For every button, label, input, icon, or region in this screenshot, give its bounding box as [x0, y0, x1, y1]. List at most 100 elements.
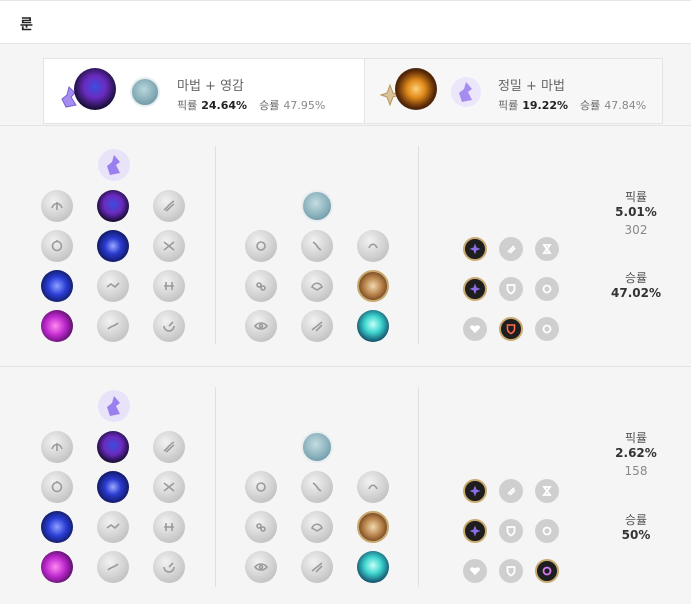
page-win-stats: 승률 47.02% — [586, 271, 686, 301]
arcane-comet-icon[interactable] — [97, 190, 129, 222]
pick-label: 픽률 — [497, 99, 519, 112]
nimbus-cloak-icon[interactable] — [153, 471, 185, 503]
perfect-timing-icon[interactable] — [357, 471, 389, 503]
section-title: 룬 — [20, 17, 33, 33]
magical-footwear-icon[interactable] — [301, 230, 333, 262]
arcane-comet-icon[interactable] — [97, 431, 129, 463]
transcendence-icon[interactable] — [41, 511, 73, 543]
approach-velocity-icon[interactable] — [301, 310, 333, 342]
celerity-icon[interactable] — [97, 270, 129, 302]
biscuit-delivery-icon[interactable] — [357, 511, 389, 543]
sorcery-secondary-icon — [450, 77, 481, 107]
hextech-flashtraption-icon[interactable] — [245, 471, 277, 503]
shard-attack-speed[interactable] — [499, 237, 523, 261]
pick-rate: 19.22% — [522, 99, 569, 112]
cosmic-insight-icon[interactable] — [245, 551, 277, 583]
arcane-comet-icon — [74, 68, 116, 110]
shard-armor[interactable] — [499, 317, 523, 341]
shard-adaptive-force[interactable] — [463, 519, 487, 543]
perfect-timing-icon[interactable] — [357, 230, 389, 262]
win-rate: 47.84% — [604, 99, 647, 112]
manaflow-band-icon[interactable] — [97, 230, 129, 262]
absolute-focus-icon[interactable] — [153, 511, 185, 543]
pick-rate: 5.01% — [615, 205, 657, 219]
nullifying-orb-icon[interactable] — [41, 471, 73, 503]
shard-adaptive-force[interactable] — [463, 237, 487, 261]
inspiration-tree-icon — [301, 190, 333, 222]
waterwalking-icon[interactable] — [97, 310, 129, 342]
pick-rate: 24.64% — [201, 99, 248, 112]
scorch-icon[interactable] — [41, 551, 73, 583]
win-label: 승률 — [624, 271, 648, 285]
gathering-storm-icon[interactable] — [153, 310, 185, 342]
transcendence-icon[interactable] — [41, 270, 73, 302]
minion-dematerializer-icon[interactable] — [301, 511, 333, 543]
win-rate: 47.02% — [611, 286, 661, 300]
sorcery-tree-icon — [98, 390, 130, 422]
tab-name: 마법 + 영감 — [177, 79, 244, 94]
sorcery-tree-icon — [98, 149, 130, 181]
page-pick-stats: 픽률 2.62% 158 — [586, 431, 686, 479]
column-divider — [215, 146, 216, 344]
future-market-icon[interactable] — [245, 511, 277, 543]
tab-name: 정밀 + 마법 — [497, 79, 565, 94]
shard-ability-haste[interactable] — [535, 479, 559, 503]
magical-footwear-icon[interactable] — [301, 471, 333, 503]
pick-label: 픽률 — [624, 431, 648, 445]
header: 룬 — [0, 0, 691, 44]
future-market-icon[interactable] — [245, 270, 277, 302]
manaflow-band-icon[interactable] — [97, 471, 129, 503]
shard-magic-resist[interactable] — [535, 559, 559, 583]
nimbus-cloak-icon[interactable] — [153, 230, 185, 262]
pick-label: 픽률 — [624, 190, 648, 204]
game-count: 158 — [624, 464, 648, 478]
win-rate: 47.95% — [283, 99, 326, 112]
shard-magic-resist[interactable] — [535, 277, 559, 301]
shard-magic-resist[interactable] — [535, 317, 559, 341]
biscuit-delivery-icon[interactable] — [357, 270, 389, 302]
shard-adaptive-force[interactable] — [463, 277, 487, 301]
column-divider — [215, 387, 216, 587]
phase-rush-icon[interactable] — [153, 190, 185, 222]
scorch-icon[interactable] — [41, 310, 73, 342]
shard-armor[interactable] — [499, 277, 523, 301]
pick-label: 픽률 — [177, 99, 198, 112]
page-pick-stats: 픽률 5.01% 302 — [586, 190, 686, 238]
tab-stats: 픽률 24.64% 승률 47.95% — [177, 97, 325, 113]
win-label: 승률 — [580, 99, 601, 112]
celerity-icon[interactable] — [97, 511, 129, 543]
column-divider — [418, 146, 419, 344]
minion-dematerializer-icon[interactable] — [301, 270, 333, 302]
tab-stats: 픽률 19.22% 승률 47.84% — [498, 97, 646, 113]
gathering-storm-icon[interactable] — [153, 551, 185, 583]
absolute-focus-icon[interactable] — [153, 270, 185, 302]
shard-attack-speed[interactable] — [499, 479, 523, 503]
time-warp-tonic-icon[interactable] — [357, 310, 389, 342]
shard-magic-resist[interactable] — [535, 519, 559, 543]
tab-sorcery-inspiration[interactable]: 마법 + 영감 픽률 24.64% 승률 47.95% — [44, 59, 364, 123]
tab-precision-sorcery[interactable]: 정밀 + 마법 픽률 19.22% 승률 47.84% — [363, 59, 662, 123]
inspiration-path-icon — [130, 77, 160, 107]
conqueror-icon — [394, 68, 437, 110]
divider — [0, 366, 691, 367]
hextech-flashtraption-icon[interactable] — [245, 230, 277, 262]
cosmic-insight-icon[interactable] — [245, 310, 277, 342]
shard-armor[interactable] — [499, 519, 523, 543]
win-rate: 50% — [621, 528, 651, 542]
shard-adaptive-force[interactable] — [463, 479, 487, 503]
divider — [0, 125, 691, 126]
phase-rush-icon[interactable] — [153, 431, 185, 463]
time-warp-tonic-icon[interactable] — [357, 551, 389, 583]
shard-health[interactable] — [463, 559, 487, 583]
win-label: 승률 — [259, 99, 280, 112]
column-divider — [418, 387, 419, 587]
approach-velocity-icon[interactable] — [301, 551, 333, 583]
shard-armor[interactable] — [499, 559, 523, 583]
summon-aery-icon[interactable] — [41, 190, 73, 222]
summon-aery-icon[interactable] — [41, 431, 73, 463]
shard-health[interactable] — [463, 317, 487, 341]
shard-ability-haste[interactable] — [535, 237, 559, 261]
nullifying-orb-icon[interactable] — [41, 230, 73, 262]
waterwalking-icon[interactable] — [97, 551, 129, 583]
game-count: 302 — [624, 223, 648, 237]
